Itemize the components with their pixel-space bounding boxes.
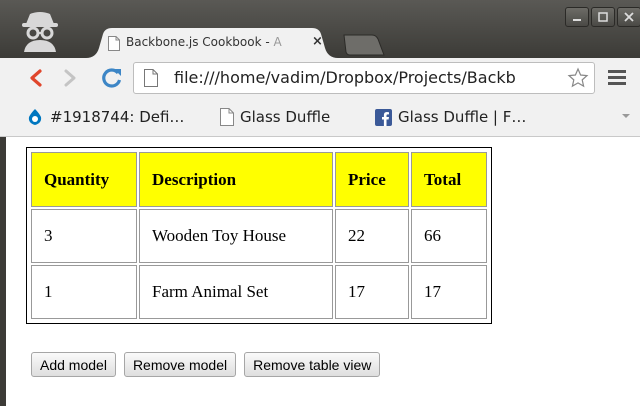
close-icon — [624, 12, 634, 22]
url-text[interactable]: file:///home/vadim/Dropbox/Projects/Back… — [174, 68, 566, 87]
browser-toolbar: file:///home/vadim/Dropbox/Projects/Back… — [0, 58, 640, 98]
cell-description: Farm Animal Set — [139, 265, 333, 319]
back-arrow-icon — [30, 69, 42, 87]
bookmark-label: Glass Duffle | F… — [398, 108, 527, 126]
page-icon — [144, 69, 158, 87]
facebook-icon — [375, 108, 392, 126]
menu-icon[interactable] — [608, 70, 626, 86]
browser-window: Backbone.js Cookbook - A × file:///home/… — [0, 0, 640, 406]
cell-description: Wooden Toy House — [139, 209, 333, 263]
window-border — [0, 137, 6, 406]
tab-title-text: Backbone.js Cookbook - — [126, 35, 274, 49]
bookmarks-bar: #1918744: Defi… Glass Duffle Glass Duffl… — [0, 98, 640, 137]
bookmark-label: Glass Duffle — [240, 108, 331, 126]
back-button[interactable] — [22, 64, 50, 92]
cell-price: 22 — [335, 209, 409, 263]
drupal-icon — [28, 109, 42, 125]
page-icon — [220, 108, 234, 126]
cell-total: 17 — [411, 265, 487, 319]
cell-quantity: 1 — [31, 265, 137, 319]
maximize-icon — [598, 12, 608, 22]
title-bar: Backbone.js Cookbook - A × — [0, 0, 640, 58]
cell-total: 66 — [411, 209, 487, 263]
table-header-row: Quantity Description Price Total — [31, 152, 487, 207]
bookmark-label: #1918744: Defi… — [50, 108, 185, 126]
header-total: Total — [411, 152, 487, 207]
minimize-button[interactable] — [565, 7, 589, 27]
header-price: Price — [335, 152, 409, 207]
address-bar[interactable]: file:///home/vadim/Dropbox/Projects/Back… — [133, 62, 595, 94]
maximize-button[interactable] — [591, 7, 615, 27]
close-window-button[interactable] — [617, 7, 640, 27]
header-description: Description — [139, 152, 333, 207]
cell-quantity: 3 — [31, 209, 137, 263]
tab-title: Backbone.js Cookbook - A — [126, 35, 308, 49]
remove-table-view-button[interactable]: Remove table view — [244, 352, 381, 377]
new-tab-button[interactable] — [340, 34, 386, 56]
bookmark-item[interactable]: Glass Duffle — [220, 106, 330, 128]
browser-tab[interactable]: Backbone.js Cookbook - A × — [86, 28, 338, 58]
header-quantity: Quantity — [31, 152, 137, 207]
page-content: Quantity Description Price Total 3 Woode… — [0, 137, 640, 406]
minimize-icon — [573, 19, 581, 21]
table-row: 3 Wooden Toy House 22 66 — [31, 209, 487, 263]
cell-price: 17 — [335, 265, 409, 319]
bookmark-item[interactable]: #1918744: Defi… — [26, 106, 184, 128]
bookmark-star-icon[interactable] — [567, 67, 589, 89]
table-row: 1 Farm Animal Set 17 17 — [31, 265, 487, 319]
items-table: Quantity Description Price Total 3 Woode… — [26, 147, 492, 324]
page-icon — [108, 36, 120, 51]
tab-close-icon[interactable]: × — [312, 34, 323, 49]
tab-title-faded: A — [273, 35, 282, 49]
remove-model-button[interactable]: Remove model — [123, 352, 237, 377]
incognito-icon — [22, 12, 58, 52]
chevron-down-icon[interactable] — [620, 112, 632, 120]
forward-button[interactable] — [56, 64, 84, 92]
reload-icon — [102, 68, 122, 88]
bookmark-item[interactable]: Glass Duffle | F… — [375, 106, 526, 128]
reload-button[interactable] — [98, 64, 126, 92]
add-model-button[interactable]: Add model — [31, 352, 116, 377]
forward-arrow-icon — [64, 69, 76, 87]
action-buttons: Add model Remove model Remove table view — [31, 352, 381, 377]
